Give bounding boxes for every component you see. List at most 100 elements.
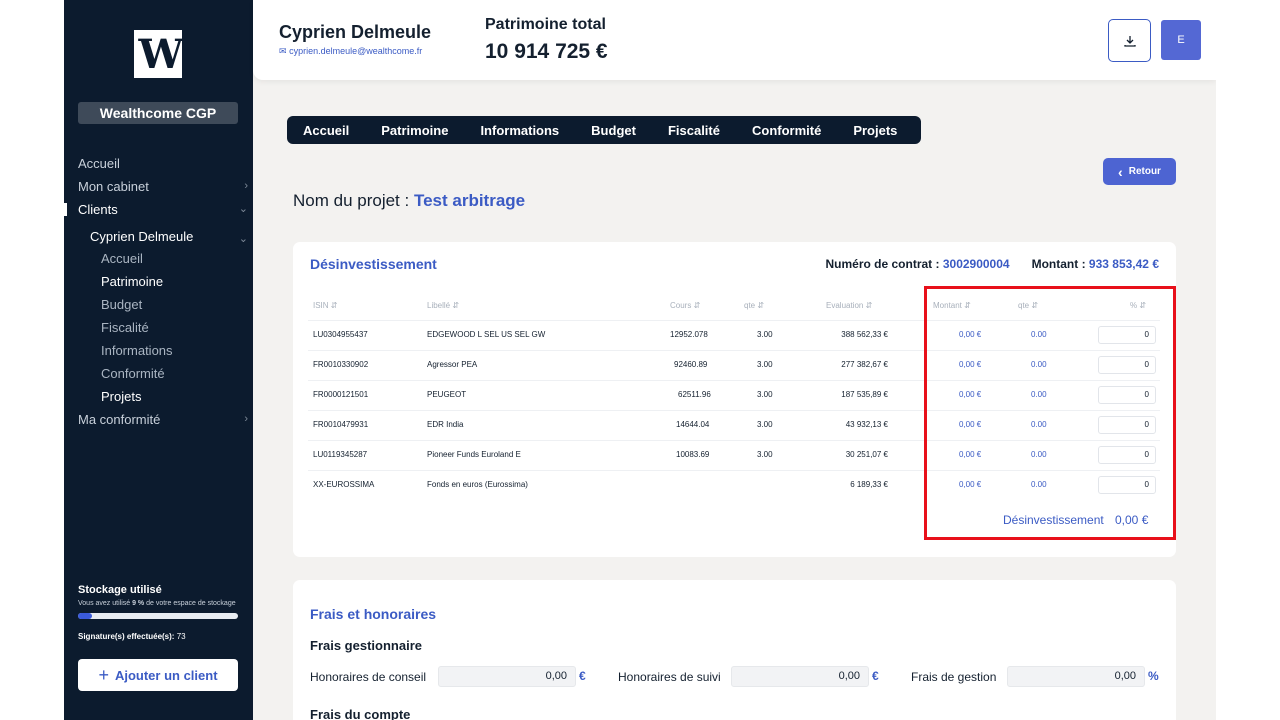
tab-fiscalite[interactable]: Fiscalité: [668, 123, 720, 138]
plus-icon: +: [98, 664, 109, 685]
download-button[interactable]: [1108, 19, 1151, 62]
cell-qte-2: 0.00: [1031, 330, 1047, 339]
row-divider: [308, 410, 1160, 411]
cell-libelle: EDR India: [427, 420, 464, 429]
chevron-right-icon: ›: [244, 413, 248, 425]
storage-percent: 9 %: [132, 600, 145, 607]
cell-montant: 0,00 €: [959, 390, 982, 399]
org-name: Wealthcome CGP: [78, 102, 238, 124]
back-button[interactable]: ‹ Retour: [1103, 158, 1176, 185]
percent-input[interactable]: 0: [1098, 416, 1156, 434]
fee-label: Honoraires de suivi: [618, 670, 721, 684]
app-frame: W Wealthcome CGP Accueil Mon cabinet › Cl…: [64, 0, 1216, 720]
sidebar-item-client-accueil[interactable]: Accueil: [78, 249, 248, 272]
signatures-value: 73: [176, 632, 186, 641]
storage-subtitle: Vous avez utilisé 9 % de votre espace de…: [78, 600, 236, 607]
column-header-evaluation[interactable]: Evaluation ⇵: [826, 301, 872, 310]
cell-evaluation: 43 932,13 €: [845, 420, 888, 429]
honoraires-suivi-input[interactable]: 0,00: [731, 666, 869, 687]
sidebar-item-label: Informations: [101, 343, 173, 358]
active-indicator: [64, 203, 67, 216]
cell-montant: 0,00 €: [959, 480, 982, 489]
sidebar-item-mon-cabinet[interactable]: Mon cabinet ›: [78, 177, 248, 200]
tab-projets[interactable]: Projets: [853, 123, 897, 138]
fee-label: Frais de gestion: [911, 670, 997, 684]
tab-patrimoine[interactable]: Patrimoine: [381, 123, 448, 138]
chevron-left-icon: ‹: [1118, 163, 1123, 180]
wealthcome-logo[interactable]: W: [134, 30, 183, 78]
tab-accueil[interactable]: Accueil: [303, 123, 349, 138]
add-client-label: Ajouter un client: [114, 667, 218, 683]
tab-budget[interactable]: Budget: [591, 123, 636, 138]
column-header-cours[interactable]: Cours ⇵: [670, 301, 700, 310]
sidebar-item-client-patrimoine[interactable]: Patrimoine: [78, 272, 248, 295]
project-name: Test arbitrage: [413, 191, 526, 210]
contract-info: Numéro de contrat : 3002900004 Montant : …: [825, 257, 1159, 271]
chevron-down-icon: ⌄: [238, 203, 248, 215]
tab-informations[interactable]: Informations: [480, 123, 559, 138]
desinvestissement-total-value: 0,00 €: [1115, 513, 1149, 527]
mail-icon: ✉: [279, 46, 287, 56]
sidebar-item-ma-conformite[interactable]: Ma conformité ›: [78, 410, 248, 433]
storage-progress-bar: [78, 613, 238, 619]
column-header-montant[interactable]: Montant ⇵: [933, 301, 971, 310]
sidebar-item-label: Ma conformité: [78, 412, 161, 427]
header-label: Cours: [670, 301, 692, 310]
frais-compte-title: Frais du compte: [310, 707, 411, 720]
honoraires-conseil-input[interactable]: 0,00: [438, 666, 576, 687]
sidebar-item-client-informations[interactable]: Informations: [78, 341, 248, 364]
column-header-isin[interactable]: ISIN ⇵: [313, 301, 338, 310]
percent-input[interactable]: 0: [1098, 476, 1156, 494]
cell-cours: 12952.078: [670, 330, 708, 339]
desinvestissement-title: Désinvestissement: [310, 256, 437, 272]
header-label: qte: [744, 301, 756, 310]
client-email[interactable]: ✉ cyprien.delmeule@wealthcome.fr: [279, 46, 422, 57]
tab-conformite[interactable]: Conformité: [752, 123, 821, 138]
cell-qte: 3.00: [757, 390, 773, 399]
add-client-button[interactable]: + Ajouter un client: [78, 659, 238, 691]
cell-isin: LU0119345287: [313, 450, 368, 459]
header-label: Libellé: [427, 301, 451, 310]
percent-input[interactable]: 0: [1098, 356, 1156, 374]
cell-isin: FR0010479931: [313, 420, 369, 429]
sidebar-item-clients[interactable]: Clients ⌄: [64, 200, 248, 223]
fee-unit: €: [872, 669, 879, 683]
user-avatar-button[interactable]: E: [1161, 20, 1201, 60]
cell-libelle: PEUGEOT: [427, 390, 467, 399]
sidebar-item-client-conformite[interactable]: Conformité: [78, 364, 248, 387]
storage-title: Stockage utilisé: [78, 584, 162, 596]
column-header-qte[interactable]: qte ⇵: [744, 301, 764, 310]
cell-qte: 3.00: [757, 330, 773, 339]
cell-cours: 92460.89: [674, 360, 708, 369]
frais-gestion-input[interactable]: 0,00: [1007, 666, 1145, 687]
client-email-text: cyprien.delmeule@wealthcome.fr: [289, 46, 423, 56]
sidebar: W Wealthcome CGP Accueil Mon cabinet › Cl…: [64, 0, 253, 720]
header-label: Montant: [933, 301, 962, 310]
cell-qte-2: 0.00: [1031, 390, 1047, 399]
sidebar-item-accueil[interactable]: Accueil: [78, 154, 248, 177]
row-divider: [308, 350, 1160, 351]
contract-label: Numéro de contrat :: [825, 257, 943, 271]
montant-label: Montant :: [1031, 257, 1089, 271]
cell-libelle: Fonds en euros (Eurossima): [427, 480, 528, 489]
header: Cyprien Delmeule ✉ cyprien.delmeule@weal…: [253, 0, 1216, 80]
desinvestissement-card: Désinvestissement Numéro de contrat : 30…: [293, 242, 1176, 557]
cell-qte: 3.00: [757, 450, 773, 459]
sidebar-item-client-budget[interactable]: Budget: [78, 295, 248, 318]
percent-input[interactable]: 0: [1098, 386, 1156, 404]
row-divider: [308, 380, 1160, 381]
sidebar-item-label: Mon cabinet: [78, 179, 149, 194]
column-header-percent[interactable]: % ⇵: [1130, 301, 1146, 310]
header-label: %: [1130, 301, 1138, 310]
patrimoine-total-label: Patrimoine total: [485, 16, 606, 33]
percent-input[interactable]: 0: [1098, 446, 1156, 464]
sidebar-item-label: Cyprien Delmeule: [90, 229, 194, 244]
column-header-libelle[interactable]: Libellé ⇵: [427, 301, 459, 310]
sidebar-item-label: Budget: [101, 297, 143, 312]
sidebar-item-client-fiscalite[interactable]: Fiscalité: [78, 318, 248, 341]
column-header-qte-2[interactable]: qte ⇵: [1018, 301, 1038, 310]
sidebar-item-client-cyprien[interactable]: Cyprien Delmeule ⌄: [78, 223, 248, 249]
percent-input[interactable]: 0: [1098, 326, 1156, 344]
row-divider: [308, 440, 1160, 441]
sidebar-item-client-projets[interactable]: Projets: [78, 387, 248, 410]
